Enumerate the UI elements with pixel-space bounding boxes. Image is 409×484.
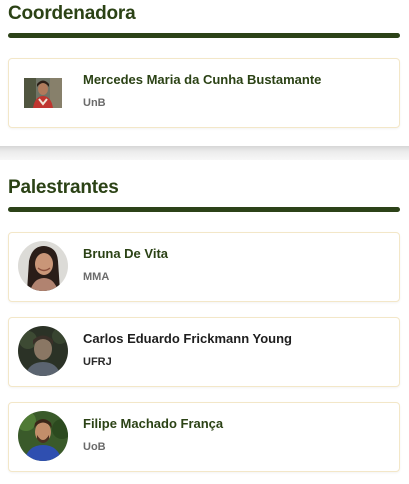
speaker-affiliation: MMA xyxy=(83,271,110,283)
speaker-photo xyxy=(18,411,68,461)
speaker-photo xyxy=(18,326,68,376)
section-divider xyxy=(8,207,400,212)
speaker-affiliation: UFRJ xyxy=(83,356,112,368)
coordinator-section: Coordenadora Mercedes Maria da Cunha Bus… xyxy=(0,0,409,146)
section-title-speakers: Palestrantes xyxy=(8,177,119,198)
coordinator-card[interactable]: Mercedes Maria da Cunha Bustamante UnB xyxy=(8,58,400,128)
speaker-photo xyxy=(18,241,68,291)
coordinator-affiliation: UnB xyxy=(83,97,106,109)
speakers-section: Palestrantes Bruna De Vita MMA Carlos Ed… xyxy=(0,160,409,484)
speaker-card[interactable]: Carlos Eduardo Frickmann Young UFRJ xyxy=(8,317,400,387)
speaker-name[interactable]: Bruna De Vita xyxy=(83,246,168,261)
speaker-name[interactable]: Filipe Machado França xyxy=(83,416,223,431)
section-divider xyxy=(8,33,400,38)
speaker-affiliation: UoB xyxy=(83,441,106,453)
section-separator xyxy=(0,146,409,160)
speaker-name[interactable]: Carlos Eduardo Frickmann Young xyxy=(83,331,292,346)
coordinator-name[interactable]: Mercedes Maria da Cunha Bustamante xyxy=(83,72,321,87)
speaker-card[interactable]: Filipe Machado França UoB xyxy=(8,402,400,472)
section-title-coordinator: Coordenadora xyxy=(8,3,136,24)
coordinator-photo xyxy=(24,78,62,108)
speaker-card[interactable]: Bruna De Vita MMA xyxy=(8,232,400,302)
